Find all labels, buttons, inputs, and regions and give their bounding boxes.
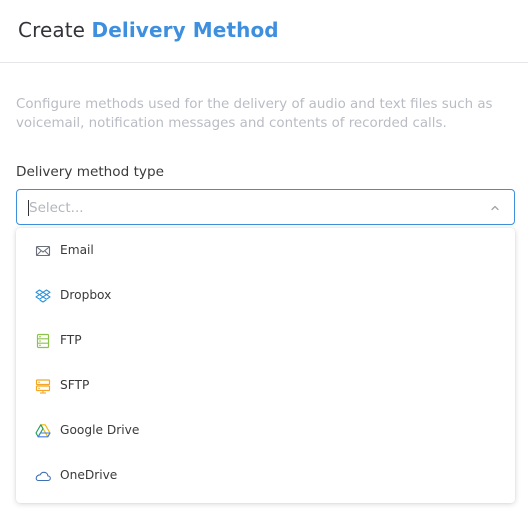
option-email[interactable]: Email	[16, 228, 515, 273]
onedrive-icon	[35, 471, 51, 482]
option-onedrive[interactable]: OneDrive	[16, 453, 515, 498]
delivery-method-type-label: Delivery method type	[16, 164, 164, 180]
google-drive-icon	[35, 424, 51, 438]
option-sftp[interactable]: SFTP	[16, 363, 515, 408]
select-placeholder: Select...	[29, 200, 84, 216]
option-google-drive[interactable]: Google Drive	[16, 408, 515, 453]
page-header: Create Delivery Method	[0, 0, 528, 63]
delivery-method-dropdown: Email Dropbox FTP SFTP Google Drive OneD…	[16, 228, 515, 503]
title-accent: Delivery Method	[91, 18, 279, 42]
title-prefix: Create	[18, 18, 86, 42]
option-label: OneDrive	[60, 468, 118, 482]
option-label: Google Drive	[60, 423, 140, 437]
option-label: FTP	[60, 333, 82, 347]
envelope-icon	[35, 245, 51, 257]
chevron-up-icon[interactable]	[489, 202, 501, 214]
ftp-server-icon	[36, 333, 50, 349]
option-dropbox[interactable]: Dropbox	[16, 273, 515, 318]
option-label: Dropbox	[60, 288, 112, 302]
dropbox-icon	[35, 289, 51, 303]
delivery-method-type-select[interactable]: Select...	[16, 189, 515, 225]
page-description: Configure methods used for the delivery …	[16, 97, 493, 131]
option-label: SFTP	[60, 378, 90, 392]
sftp-server-icon	[35, 379, 51, 394]
page-title: Create Delivery Method	[18, 17, 279, 43]
option-label: Email	[60, 243, 94, 257]
option-ftp[interactable]: FTP	[16, 318, 515, 363]
